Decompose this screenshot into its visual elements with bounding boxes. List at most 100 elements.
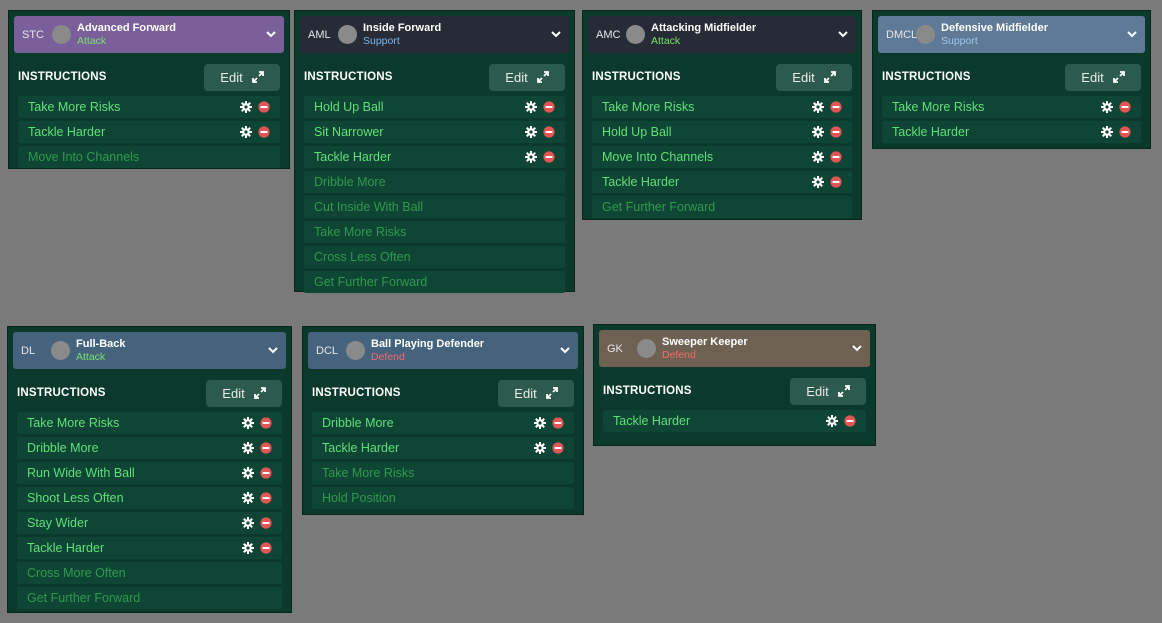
- gear-icon[interactable]: [1101, 126, 1113, 138]
- remove-icon[interactable]: [1119, 126, 1131, 138]
- gear-icon[interactable]: [1101, 101, 1113, 113]
- remove-icon[interactable]: [830, 101, 842, 113]
- role-selector[interactable]: DMCL Defensive Midfielder Support: [878, 16, 1145, 53]
- chevron-down-icon[interactable]: [265, 28, 277, 40]
- instruction-row[interactable]: Move Into Channels: [18, 146, 280, 168]
- gear-icon[interactable]: [525, 151, 537, 163]
- instruction-row[interactable]: Get Further Forward: [304, 271, 565, 293]
- instruction-row[interactable]: Tackle Harder: [592, 171, 852, 193]
- role-selector[interactable]: DL Full-Back Attack: [13, 332, 286, 369]
- chevron-down-icon[interactable]: [550, 28, 562, 40]
- remove-icon[interactable]: [260, 542, 272, 554]
- duty-label: Defend: [371, 350, 405, 363]
- remove-icon[interactable]: [552, 442, 564, 454]
- instruction-row[interactable]: Take More Risks: [592, 96, 852, 118]
- role-selector[interactable]: STC Advanced Forward Attack: [14, 16, 284, 53]
- edit-button[interactable]: Edit: [206, 379, 282, 407]
- remove-icon[interactable]: [260, 517, 272, 529]
- edit-button[interactable]: Edit: [1065, 63, 1141, 91]
- gear-icon[interactable]: [242, 542, 254, 554]
- instruction-row[interactable]: Sit Narrower: [304, 121, 565, 143]
- gear-icon[interactable]: [242, 417, 254, 429]
- instruction-row[interactable]: Get Further Forward: [592, 196, 852, 218]
- remove-icon[interactable]: [543, 151, 555, 163]
- gear-icon[interactable]: [534, 442, 546, 454]
- instruction-row[interactable]: Tackle Harder: [304, 146, 565, 168]
- chevron-down-icon[interactable]: [267, 344, 279, 356]
- instruction-row[interactable]: Cut Inside With Ball: [304, 196, 565, 218]
- role-card-amc: AMC Attacking Midfielder Attack INSTRUCT…: [582, 10, 862, 220]
- instruction-row[interactable]: Take More Risks: [304, 221, 565, 243]
- gear-icon[interactable]: [812, 151, 824, 163]
- player-avatar: [637, 339, 656, 358]
- edit-button[interactable]: Edit: [498, 379, 574, 407]
- remove-icon[interactable]: [830, 151, 842, 163]
- gear-icon[interactable]: [242, 467, 254, 479]
- gear-icon[interactable]: [242, 492, 254, 504]
- gear-icon[interactable]: [240, 126, 252, 138]
- gear-icon[interactable]: [812, 126, 824, 138]
- instruction-row[interactable]: Dribble More: [312, 412, 574, 434]
- role-selector[interactable]: AML Inside Forward Support: [300, 16, 569, 53]
- instruction-row[interactable]: Hold Up Ball: [592, 121, 852, 143]
- gear-icon[interactable]: [812, 176, 824, 188]
- role-card-gk: GK Sweeper Keeper Defend INSTRUCTIONS Ed…: [593, 324, 876, 446]
- chevron-down-icon[interactable]: [559, 344, 571, 356]
- role-selector[interactable]: AMC Attacking Midfielder Attack: [588, 16, 856, 53]
- gear-icon[interactable]: [525, 126, 537, 138]
- instruction-row[interactable]: Shoot Less Often: [17, 487, 282, 509]
- remove-icon[interactable]: [552, 417, 564, 429]
- remove-icon[interactable]: [258, 101, 270, 113]
- instructions-bar: INSTRUCTIONS Edit: [592, 63, 852, 91]
- instruction-row[interactable]: Hold Position: [312, 487, 574, 509]
- gear-icon[interactable]: [242, 442, 254, 454]
- remove-icon[interactable]: [260, 442, 272, 454]
- instruction-row[interactable]: Tackle Harder: [17, 537, 282, 559]
- instruction-row[interactable]: Take More Risks: [312, 462, 574, 484]
- player-avatar: [916, 25, 935, 44]
- instruction-row[interactable]: Dribble More: [17, 437, 282, 459]
- instruction-row[interactable]: Take More Risks: [17, 412, 282, 434]
- edit-button[interactable]: Edit: [790, 377, 866, 405]
- instruction-row[interactable]: Cross More Often: [17, 562, 282, 584]
- instruction-row[interactable]: Take More Risks: [18, 96, 280, 118]
- remove-icon[interactable]: [260, 467, 272, 479]
- gear-icon[interactable]: [525, 101, 537, 113]
- instruction-row[interactable]: Take More Risks: [882, 96, 1141, 118]
- gear-icon[interactable]: [826, 415, 838, 427]
- chevron-down-icon[interactable]: [851, 342, 863, 354]
- remove-icon[interactable]: [844, 415, 856, 427]
- remove-icon[interactable]: [1119, 101, 1131, 113]
- role-selector[interactable]: GK Sweeper Keeper Defend: [599, 330, 870, 367]
- instruction-row[interactable]: Get Further Forward: [17, 587, 282, 609]
- gear-icon[interactable]: [240, 101, 252, 113]
- remove-icon[interactable]: [830, 176, 842, 188]
- gear-icon[interactable]: [534, 417, 546, 429]
- remove-icon[interactable]: [543, 126, 555, 138]
- instruction-row[interactable]: Tackle Harder: [312, 437, 574, 459]
- remove-icon[interactable]: [543, 101, 555, 113]
- instruction-row[interactable]: Dribble More: [304, 171, 565, 193]
- instruction-row[interactable]: Tackle Harder: [882, 121, 1141, 143]
- gear-icon[interactable]: [812, 101, 824, 113]
- edit-button[interactable]: Edit: [776, 63, 852, 91]
- gear-icon[interactable]: [242, 517, 254, 529]
- edit-button[interactable]: Edit: [489, 63, 565, 91]
- instruction-row[interactable]: Tackle Harder: [603, 410, 866, 432]
- instructions-title: INSTRUCTIONS: [312, 387, 401, 399]
- instruction-row[interactable]: Hold Up Ball: [304, 96, 565, 118]
- instruction-row[interactable]: Run Wide With Ball: [17, 462, 282, 484]
- instruction-row[interactable]: Tackle Harder: [18, 121, 280, 143]
- edit-label: Edit: [514, 385, 537, 401]
- instruction-row[interactable]: Move Into Channels: [592, 146, 852, 168]
- remove-icon[interactable]: [260, 492, 272, 504]
- instruction-row[interactable]: Cross Less Often: [304, 246, 565, 268]
- edit-button[interactable]: Edit: [204, 63, 280, 91]
- role-selector[interactable]: DCL Ball Playing Defender Defend: [308, 332, 578, 369]
- instruction-row[interactable]: Stay Wider: [17, 512, 282, 534]
- remove-icon[interactable]: [258, 126, 270, 138]
- remove-icon[interactable]: [830, 126, 842, 138]
- chevron-down-icon[interactable]: [837, 28, 849, 40]
- remove-icon[interactable]: [260, 417, 272, 429]
- chevron-down-icon[interactable]: [1126, 28, 1138, 40]
